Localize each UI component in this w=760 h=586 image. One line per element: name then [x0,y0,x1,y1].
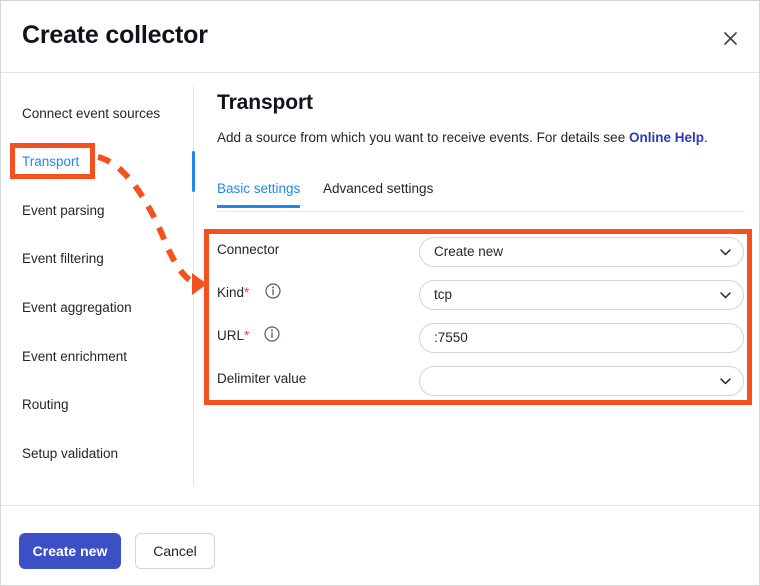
url-input[interactable]: :7550 [419,323,744,353]
delimiter-value-select[interactable] [419,366,744,396]
page-description-text: Add a source from which you want to rece… [217,130,629,145]
field-label-connector-text: Connector [217,242,280,257]
info-icon[interactable] [264,326,280,342]
connector-select[interactable]: Create new [419,237,744,267]
sidebar-item-routing[interactable]: Routing [22,396,69,414]
sidebar-item-event-enrichment[interactable]: Event enrichment [22,348,127,366]
sidebar-item-transport[interactable]: Transport [22,153,79,171]
field-label-delimiter-value-text: Delimiter value [217,371,307,386]
transport-section: Transport Add a source from which you wa… [217,91,708,147]
chevron-down-icon [720,378,731,385]
create-new-button[interactable]: Create new [19,533,121,569]
page-description-suffix: . [703,130,708,145]
required-asterisk: * [244,285,250,300]
field-label-kind: Kind* [217,285,249,300]
page-title: Transport [217,91,313,114]
field-label-connector: Connector [217,242,279,257]
field-row-connector: Connector Create new [217,237,745,267]
tab-advanced-settings[interactable]: Advanced settings [323,181,433,205]
field-row-delimiter-value: Delimiter value [217,366,745,396]
close-icon[interactable] [715,23,745,53]
url-input-value: :7550 [434,330,468,345]
dialog-title: Create collector [22,21,208,49]
field-label-url: URL* [217,328,249,343]
wizard-steps-sidebar: Connect event sources Transport Event pa… [1,73,193,507]
field-label-url-text: URL [217,328,245,343]
sidebar-item-event-parsing[interactable]: Event parsing [22,202,105,220]
chevron-down-icon [720,292,731,299]
required-asterisk: * [244,328,250,343]
dialog-footer: Create new Cancel [1,505,759,585]
field-row-kind: Kind* tcp [217,280,745,310]
sidebar-item-event-aggregation[interactable]: Event aggregation [22,299,132,317]
info-icon[interactable] [265,283,281,299]
content-scrollbar[interactable] [192,151,195,192]
online-help-link[interactable]: Online Help [629,130,704,145]
kind-select[interactable]: tcp [419,280,744,310]
dialog-header: Create collector [1,1,759,73]
field-row-url: URL* :7550 [217,323,745,353]
sidebar-item-connect-event-sources[interactable]: Connect event sources [22,105,160,123]
create-collector-dialog: Create collector Connect event sources T… [0,0,760,586]
kind-select-value: tcp [434,287,453,302]
tab-basic-settings[interactable]: Basic settings [217,181,301,208]
field-label-delimiter-value: Delimiter value [217,371,306,386]
field-label-kind-text: Kind [217,285,245,300]
sidebar-divider [193,86,194,486]
sidebar-item-setup-validation[interactable]: Setup validation [22,445,118,463]
cancel-button[interactable]: Cancel [135,533,215,569]
connector-select-value: Create new [434,244,504,259]
page-description: Add a source from which you want to rece… [217,129,708,147]
sidebar-item-event-filtering[interactable]: Event filtering [22,250,104,268]
settings-tabs: Basic settings Advanced settings [217,181,745,212]
chevron-down-icon [720,249,731,256]
